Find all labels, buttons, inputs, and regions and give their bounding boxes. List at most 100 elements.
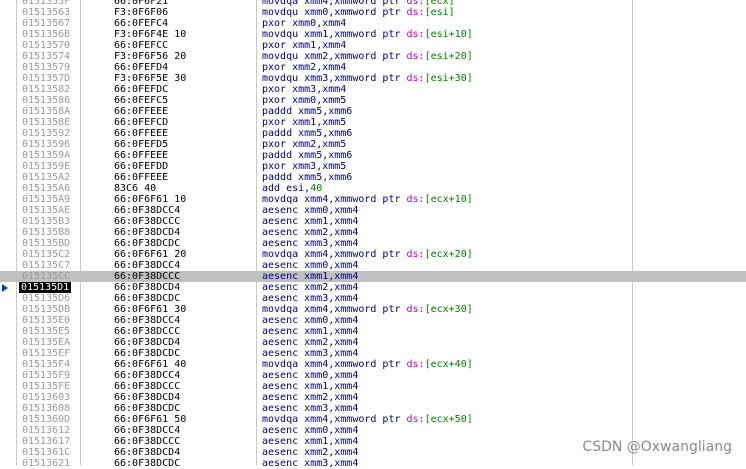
instruction-operands: xmm1,xmm5: [292, 117, 347, 128]
disassembly-list[interactable]: 0151355F 66:0F6F21 movdqa xmm4,xmmword ptr…: [0, 0, 746, 469]
instruction-operands: xmm5,xmm6: [298, 150, 353, 161]
instruction-bytes: 66:0FFEEE: [114, 106, 169, 117]
disassembly-row[interactable]: 0151356B F3:0F6F4E 10 movdqu xmm1,xmmword …: [0, 29, 746, 40]
instruction-address: 01513574: [22, 51, 71, 62]
instruction-address: 015135E0: [22, 315, 71, 326]
instruction-operands: xmm3,xmmword ptr: [304, 73, 407, 84]
disassembly-row[interactable]: 015135EF 66:0F38DCDC aesenc xmm3,xmm4: [0, 348, 746, 359]
instruction-bytes: 66:0FFEEE: [114, 128, 169, 139]
disassembly-row[interactable]: 015135B8 66:0F38DCD4 aesenc xmm2,xmm4: [0, 227, 746, 238]
instruction-text: aesenc xmm3,xmm4: [262, 238, 358, 249]
instruction-mnemonic: aesenc: [262, 392, 299, 403]
disassembly-row[interactable]: 015135E0 66:0F38DCC4 aesenc xmm0,xmm4: [0, 315, 746, 326]
disassembly-row[interactable]: 015135BD 66:0F38DCDC aesenc xmm3,xmm4: [0, 238, 746, 249]
disassembly-row[interactable]: 01513596 66:0FEFD5 pxor xmm2,xmm5: [0, 139, 746, 150]
disassembly-row[interactable]: 0151359E 66:0FEFDD pxor xmm3,xmm5: [0, 161, 746, 172]
disassembly-row[interactable]: 01513579 66:0FEFD4 pxor xmm2,xmm4: [0, 62, 746, 73]
instruction-text: movdqu xmm3,xmmword ptr ds:[esi+30]: [262, 73, 473, 84]
instruction-mnemonic: pxor: [262, 95, 287, 106]
disassembly-row[interactable]: 01513582 66:0FEFDC pxor xmm3,xmm4: [0, 84, 746, 95]
instruction-operands: xmm3,xmm4: [304, 458, 359, 469]
instruction-text: aesenc xmm2,xmm4: [262, 392, 358, 403]
instruction-text: pxor xmm2,xmm5: [262, 139, 346, 150]
disassembly-row[interactable]: 015135C2 66:0F6F61 20 movdqa xmm4,xmmword …: [0, 249, 746, 260]
instruction-bytes: F3:0F6F56 20: [114, 51, 187, 62]
instruction-bytes: 66:0FEFD5: [114, 139, 169, 150]
instruction-mnemonic: pxor: [262, 18, 287, 29]
disassembly-row[interactable]: 0151358A 66:0FFEEE paddd xmm5,xmm6: [0, 106, 746, 117]
disassembly-row[interactable]: 0151357D F3:0F6F5E 30 movdqu xmm3,xmmword …: [0, 73, 746, 84]
instruction-operands: xmm3,xmm4: [292, 84, 347, 95]
instruction-bytes: 66:0F38DCD4: [114, 337, 181, 348]
instruction-operands: xmm3,xmm4: [304, 238, 359, 249]
disassembly-row[interactable]: 01513608 66:0F38DCDC aesenc xmm3,xmm4: [0, 403, 746, 414]
instruction-mnemonic: movdqu: [262, 7, 299, 18]
segment-prefix: ds:: [406, 51, 425, 62]
disassembly-row[interactable]: 01513592 66:0FFEEE paddd xmm5,xmm6: [0, 128, 746, 139]
instruction-text: movdqa xmm4,xmmword ptr ds:[ecx+50]: [262, 414, 473, 425]
instruction-bytes: 66:0F38DCDC: [114, 458, 181, 469]
instruction-address: 01513592: [22, 128, 71, 139]
disassembly-row[interactable]: 015135D6 66:0F38DCDC aesenc xmm3,xmm4: [0, 293, 746, 304]
instruction-mnemonic: pxor: [262, 62, 287, 73]
disassembly-row[interactable]: 01513563 F3:0F6F06 movdqu xmm0,xmmword ptr…: [0, 7, 746, 18]
instruction-bytes: 66:0F6F61 20: [114, 249, 187, 260]
instruction-operands: xmm4,xmmword ptr: [304, 304, 407, 315]
disassembly-row[interactable]: 015135A6 83C6 40 add esi,40: [0, 183, 746, 194]
instruction-mnemonic: aesenc: [262, 238, 299, 249]
instruction-mnemonic: aesenc: [262, 227, 299, 238]
instruction-operands: xmm1,xmm4: [304, 436, 359, 447]
instruction-address: 0151358A: [22, 106, 71, 117]
disassembly-row[interactable]: 015135FE 66:0F38DCCC aesenc xmm1,xmm4: [0, 381, 746, 392]
disassembly-row[interactable]: 015135D1 66:0F38DCD4 aesenc xmm2,xmm4: [0, 282, 746, 293]
instruction-operands: xmm0,xmm4: [304, 370, 359, 381]
instruction-mnemonic: movdqa: [262, 414, 299, 425]
instruction-bytes: 66:0F38DCCC: [114, 436, 181, 447]
disassembly-row[interactable]: 015135AE 66:0F38DCC4 aesenc xmm0,xmm4: [0, 205, 746, 216]
instruction-operands: xmm2,xmm4: [304, 282, 359, 293]
instruction-text: add esi,40: [262, 183, 322, 194]
instruction-operands: xmm4,xmmword ptr: [304, 414, 407, 425]
memory-operand: [esi]: [424, 7, 455, 18]
instruction-bytes: 66:0F38DCCC: [114, 326, 181, 337]
disassembly-row[interactable]: 015135F4 66:0F6F61 40 movdqa xmm4,xmmword …: [0, 359, 746, 370]
disassembly-row[interactable]: 015135A2 66:0FFEEE paddd xmm5,xmm6: [0, 172, 746, 183]
disassembly-row[interactable]: 015135EA 66:0F38DCD4 aesenc xmm2,xmm4: [0, 337, 746, 348]
disassembly-row[interactable]: 01513621 66:0F38DCDC aesenc xmm3,xmm4: [0, 458, 746, 469]
instruction-text: aesenc xmm3,xmm4: [262, 458, 358, 469]
instruction-text: aesenc xmm1,xmm4: [262, 436, 358, 447]
disassembly-row[interactable]: 015135A9 66:0F6F61 10 movdqa xmm4,xmmword …: [0, 194, 746, 205]
disassembly-row[interactable]: 01513567 66:0FEFC4 pxor xmm0,xmm4: [0, 18, 746, 29]
memory-operand: [ecx+20]: [424, 249, 473, 260]
disassembly-row[interactable]: 01513586 66:0FEFC5 pxor xmm0,xmm5: [0, 95, 746, 106]
instruction-operands: xmm1,xmm4: [304, 216, 359, 227]
disassembly-row[interactable]: 015135E5 66:0F38DCCC aesenc xmm1,xmm4: [0, 326, 746, 337]
instruction-bytes: 66:0F38DCDC: [114, 238, 181, 249]
disassembly-row[interactable]: 015135DB 66:0F6F61 30 movdqa xmm4,xmmword …: [0, 304, 746, 315]
instruction-text: aesenc xmm1,xmm4: [262, 271, 358, 282]
segment-prefix: ds:: [406, 414, 425, 425]
disassembly-row[interactable]: 01513574 F3:0F6F56 20 movdqu xmm2,xmmword …: [0, 51, 746, 62]
disassembly-row[interactable]: 0151360D 66:0F6F61 50 movdqa xmm4,xmmword …: [0, 414, 746, 425]
instruction-operands: xmm0,xmm4: [304, 260, 359, 271]
disassembly-row[interactable]: 015135C7 66:0F38DCC4 aesenc xmm0,xmm4: [0, 260, 746, 271]
instruction-bytes: 66:0F38DCCC: [114, 216, 181, 227]
disassembly-row[interactable]: 01513603 66:0F38DCD4 aesenc xmm2,xmm4: [0, 392, 746, 403]
disassembly-row[interactable]: 0151358E 66:0FEFCD pxor xmm1,xmm5: [0, 117, 746, 128]
disassembly-row[interactable]: 015135B3 66:0F38DCCC aesenc xmm1,xmm4: [0, 216, 746, 227]
instruction-address: 01513567: [22, 18, 71, 29]
disassembly-row[interactable]: 01513570 66:0FEFCC pxor xmm1,xmm4: [0, 40, 746, 51]
disassembly-row[interactable]: 0151355F 66:0F6F21 movdqa xmm4,xmmword ptr…: [0, 0, 746, 7]
disassembly-row[interactable]: 015135CC 66:0F38DCCC aesenc xmm1,xmm4: [0, 271, 746, 282]
instruction-text: paddd xmm5,xmm6: [262, 106, 352, 117]
instruction-text: movdqa xmm4,xmmword ptr ds:[ecx]: [262, 0, 455, 7]
instruction-bytes: 66:0F38DCC4: [114, 205, 181, 216]
disassembly-row[interactable]: 015135F9 66:0F38DCC4 aesenc xmm0,xmm4: [0, 370, 746, 381]
memory-operand: [ecx]: [424, 0, 455, 7]
instruction-mnemonic: pxor: [262, 139, 287, 150]
instruction-mnemonic: paddd: [262, 172, 293, 183]
instruction-operands: xmm3,xmm4: [304, 403, 359, 414]
instruction-bytes: 66:0FEFC5: [114, 95, 169, 106]
disassembly-row[interactable]: 0151359A 66:0FFEEE paddd xmm5,xmm6: [0, 150, 746, 161]
disassembly-row[interactable]: 01513612 66:0F38DCC4 aesenc xmm0,xmm4: [0, 425, 746, 436]
